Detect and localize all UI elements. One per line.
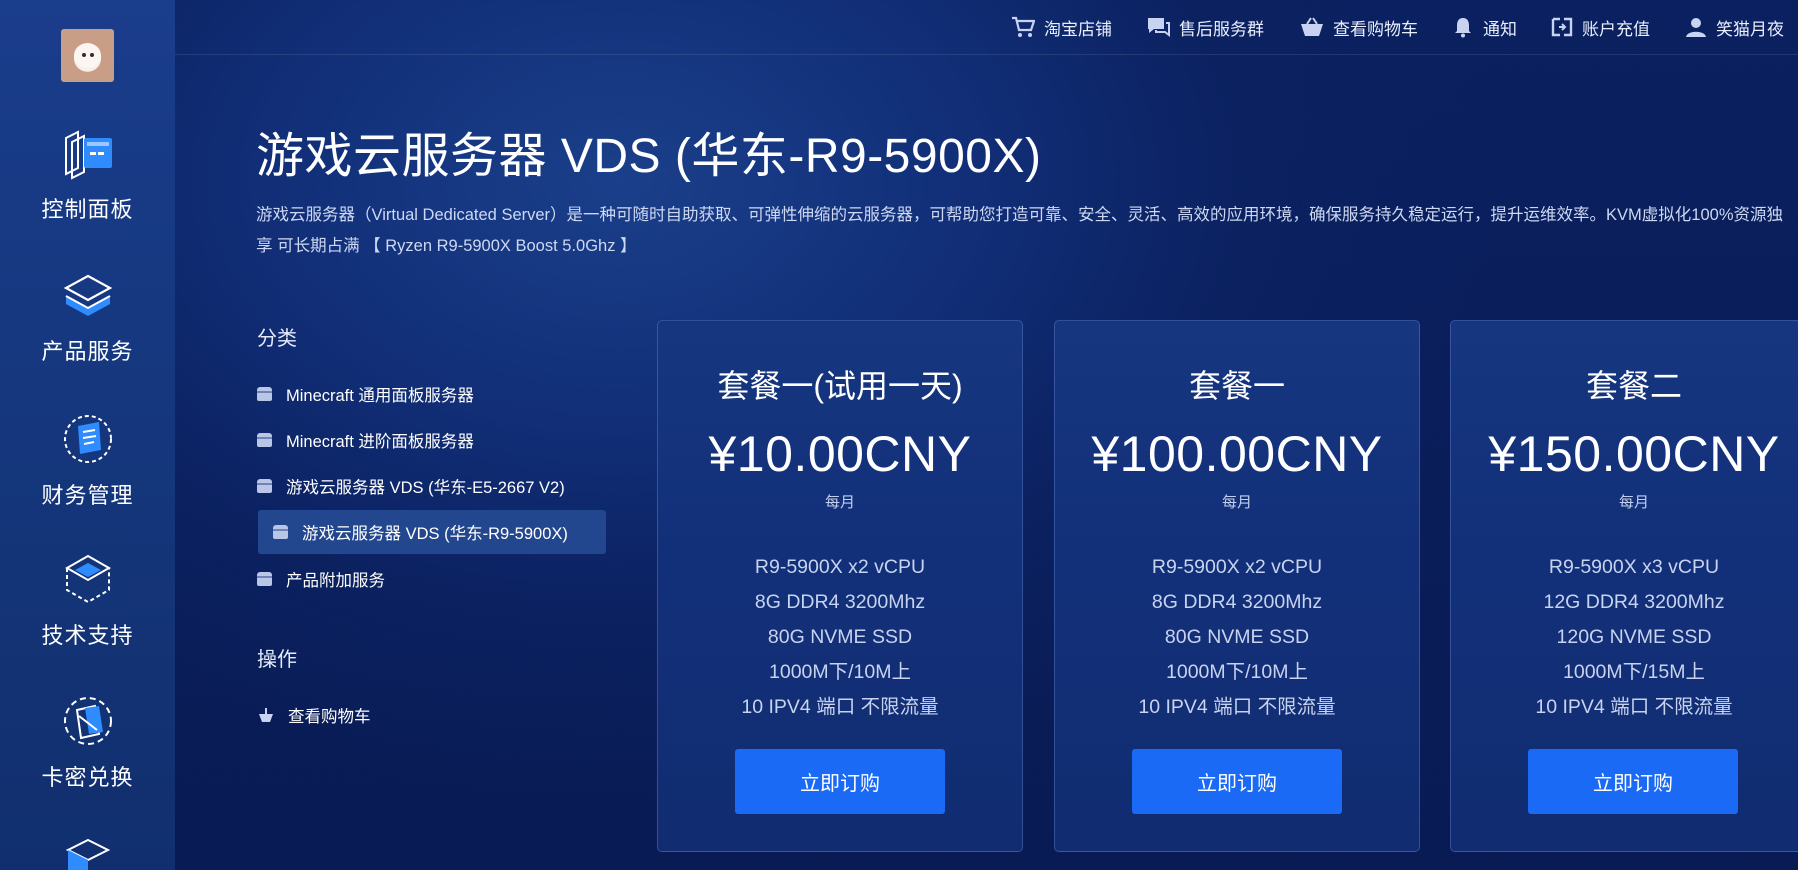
product-specs: R9-5900X x2 vCPU 8G DDR4 3200Mhz 80G NVM… xyxy=(658,550,1022,725)
basket-icon xyxy=(1301,17,1323,36)
product-period: 每月 xyxy=(824,494,855,511)
product-card: 套餐二 ¥150.00CNY 每月 R9-5900X x3 vCPU 12G D… xyxy=(1450,320,1798,852)
spec-item: 10 IPV4 端口 不限流量 xyxy=(1138,696,1336,718)
spec-item: 1000M下/10M上 xyxy=(769,661,911,683)
product-price: ¥10.00CNY xyxy=(708,426,972,482)
topbar-item-label: 通知 xyxy=(1483,19,1517,39)
topbar-item-label: 查看购物车 xyxy=(1333,19,1418,39)
topbar-item-taobao[interactable]: 淘宝店铺 xyxy=(1011,13,1112,41)
sidebar-item-redeem[interactable]: 卡密兑换 xyxy=(0,694,175,792)
actions-title: 操作 xyxy=(257,649,297,671)
user-icon xyxy=(1686,18,1706,37)
spec-item: R9-5900X x2 vCPU xyxy=(1151,556,1323,578)
category-label: 产品附加服务 xyxy=(286,572,385,590)
spec-item: 8G DDR4 3200Mhz xyxy=(1151,591,1323,613)
topbar-item-label: 淘宝店铺 xyxy=(1044,19,1112,39)
topbar: 淘宝店铺 售后服务群 查看购物车 通知 账户充值 笑猫月夜 xyxy=(175,0,1798,55)
box-icon xyxy=(257,387,272,401)
sidebar-item-finance[interactable]: 财务管理 xyxy=(0,412,175,510)
product-specs: R9-5900X x2 vCPU 8G DDR4 3200Mhz 80G NVM… xyxy=(1055,550,1419,725)
topbar-item-label: 售后服务群 xyxy=(1179,19,1264,39)
sidebar-item-label: 财务管理 xyxy=(41,483,134,508)
topbar-item-service-group[interactable]: 售后服务群 xyxy=(1146,13,1264,41)
product-name: 套餐一(试用一天) xyxy=(717,368,963,404)
recharge-icon xyxy=(1551,17,1573,37)
card-redeem-icon xyxy=(63,697,112,745)
product-specs: R9-5900X x3 vCPU 12G DDR4 3200Mhz 120G N… xyxy=(1451,550,1798,725)
box-icon xyxy=(257,479,272,493)
sidebar-item-more[interactable] xyxy=(0,836,175,870)
sidebar-item-products[interactable]: 产品服务 xyxy=(0,272,175,366)
order-now-button[interactable]: 立即订购 xyxy=(1528,749,1738,814)
chat-icon xyxy=(1148,18,1170,37)
product-card: 套餐一(试用一天) ¥10.00CNY 每月 R9-5900X x2 vCPU … xyxy=(657,320,1023,852)
spec-item: 80G NVME SSD xyxy=(767,626,913,648)
topbar-item-label: 账户充值 xyxy=(1582,19,1650,39)
topbar-item-cart[interactable]: 查看购物车 xyxy=(1300,13,1418,41)
topbar-item-user[interactable]: 笑猫月夜 xyxy=(1685,13,1784,41)
layers-icon xyxy=(63,274,112,316)
spec-item: 8G DDR4 3200Mhz xyxy=(754,591,926,613)
spec-item: 80G NVME SSD xyxy=(1164,626,1310,648)
sidebar-item-label: 技术支持 xyxy=(41,623,134,648)
category-item-active[interactable]: 游戏云服务器 VDS (华东-R9-5900X) xyxy=(258,510,606,554)
order-now-button[interactable]: 立即订购 xyxy=(1132,749,1342,814)
category-label: Minecraft 通用面板服务器 xyxy=(286,387,474,405)
category-item[interactable]: Minecraft 通用面板服务器 xyxy=(257,382,474,406)
category-item[interactable]: 游戏云服务器 VDS (华东-E5-2667 V2) xyxy=(257,474,565,498)
spec-item: R9-5900X x2 vCPU xyxy=(754,556,926,578)
spec-item: 1000M下/10M上 xyxy=(1166,661,1308,683)
spec-item: R9-5900X x3 vCPU xyxy=(1548,556,1720,578)
sidebar-item-label: 控制面板 xyxy=(41,197,134,222)
support-box-icon xyxy=(64,554,111,604)
box-icon xyxy=(257,572,272,586)
product-price: ¥150.00CNY xyxy=(1488,426,1780,482)
cart-icon xyxy=(1012,16,1035,37)
bell-icon xyxy=(1455,18,1471,38)
sidebar-item-label: 卡密兑换 xyxy=(41,765,134,790)
product-period: 每月 xyxy=(1221,494,1252,511)
product-period: 每月 xyxy=(1618,494,1649,511)
product-card: 套餐一 ¥100.00CNY 每月 R9-5900X x2 vCPU 8G DD… xyxy=(1054,320,1420,852)
topbar-item-label: 笑猫月夜 xyxy=(1716,19,1784,39)
topbar-item-recharge[interactable]: 账户充值 xyxy=(1551,13,1650,41)
finance-icon xyxy=(63,415,112,463)
avatar-face xyxy=(74,43,101,68)
spec-item: 10 IPV4 端口 不限流量 xyxy=(1535,696,1733,718)
category-label: Minecraft 进阶面板服务器 xyxy=(286,433,474,451)
avatar-eye xyxy=(82,53,86,57)
spec-item: 120G NVME SSD xyxy=(1556,626,1712,648)
box-icon xyxy=(273,525,288,539)
sidebar-item-label: 产品服务 xyxy=(41,339,134,364)
topbar-item-notifications[interactable]: 通知 xyxy=(1452,13,1517,41)
basket-icon xyxy=(259,708,273,722)
spec-item: 10 IPV4 端口 不限流量 xyxy=(741,696,939,718)
category-item[interactable]: Minecraft 进阶面板服务器 xyxy=(257,428,474,452)
box-icon xyxy=(257,433,272,447)
page-title: 游戏云服务器 VDS (华东-R9-5900X) xyxy=(256,130,1042,183)
spec-item: 1000M下/15M上 xyxy=(1563,661,1705,683)
product-price: ¥100.00CNY xyxy=(1091,426,1383,482)
order-now-button[interactable]: 立即订购 xyxy=(735,749,945,814)
avatar[interactable] xyxy=(61,29,114,82)
sidebar: 控制面板 产品服务 财务管理 技术支持 卡密兑换 xyxy=(0,0,175,870)
category-item[interactable]: 产品附加服务 xyxy=(257,567,385,591)
cube-icon xyxy=(65,838,110,870)
categories-title: 分类 xyxy=(257,328,297,350)
category-label: 游戏云服务器 VDS (华东-E5-2667 V2) xyxy=(286,479,565,497)
product-name: 套餐二 xyxy=(1585,368,1682,404)
product-name: 套餐一 xyxy=(1188,368,1285,404)
dashboard-icon xyxy=(64,130,112,180)
avatar-eye xyxy=(90,53,94,57)
sidebar-item-support[interactable]: 技术支持 xyxy=(0,552,175,650)
sidebar-item-dashboard[interactable]: 控制面板 xyxy=(0,128,175,224)
page-description: 游戏云服务器（Virtual Dedicated Server）是一种可随时自助… xyxy=(256,206,1783,255)
view-cart-link[interactable]: 查看购物车 xyxy=(258,703,371,727)
category-label: 游戏云服务器 VDS (华东-R9-5900X) xyxy=(302,525,568,543)
spec-item: 12G DDR4 3200Mhz xyxy=(1543,591,1725,613)
action-label: 查看购物车 xyxy=(288,708,371,726)
